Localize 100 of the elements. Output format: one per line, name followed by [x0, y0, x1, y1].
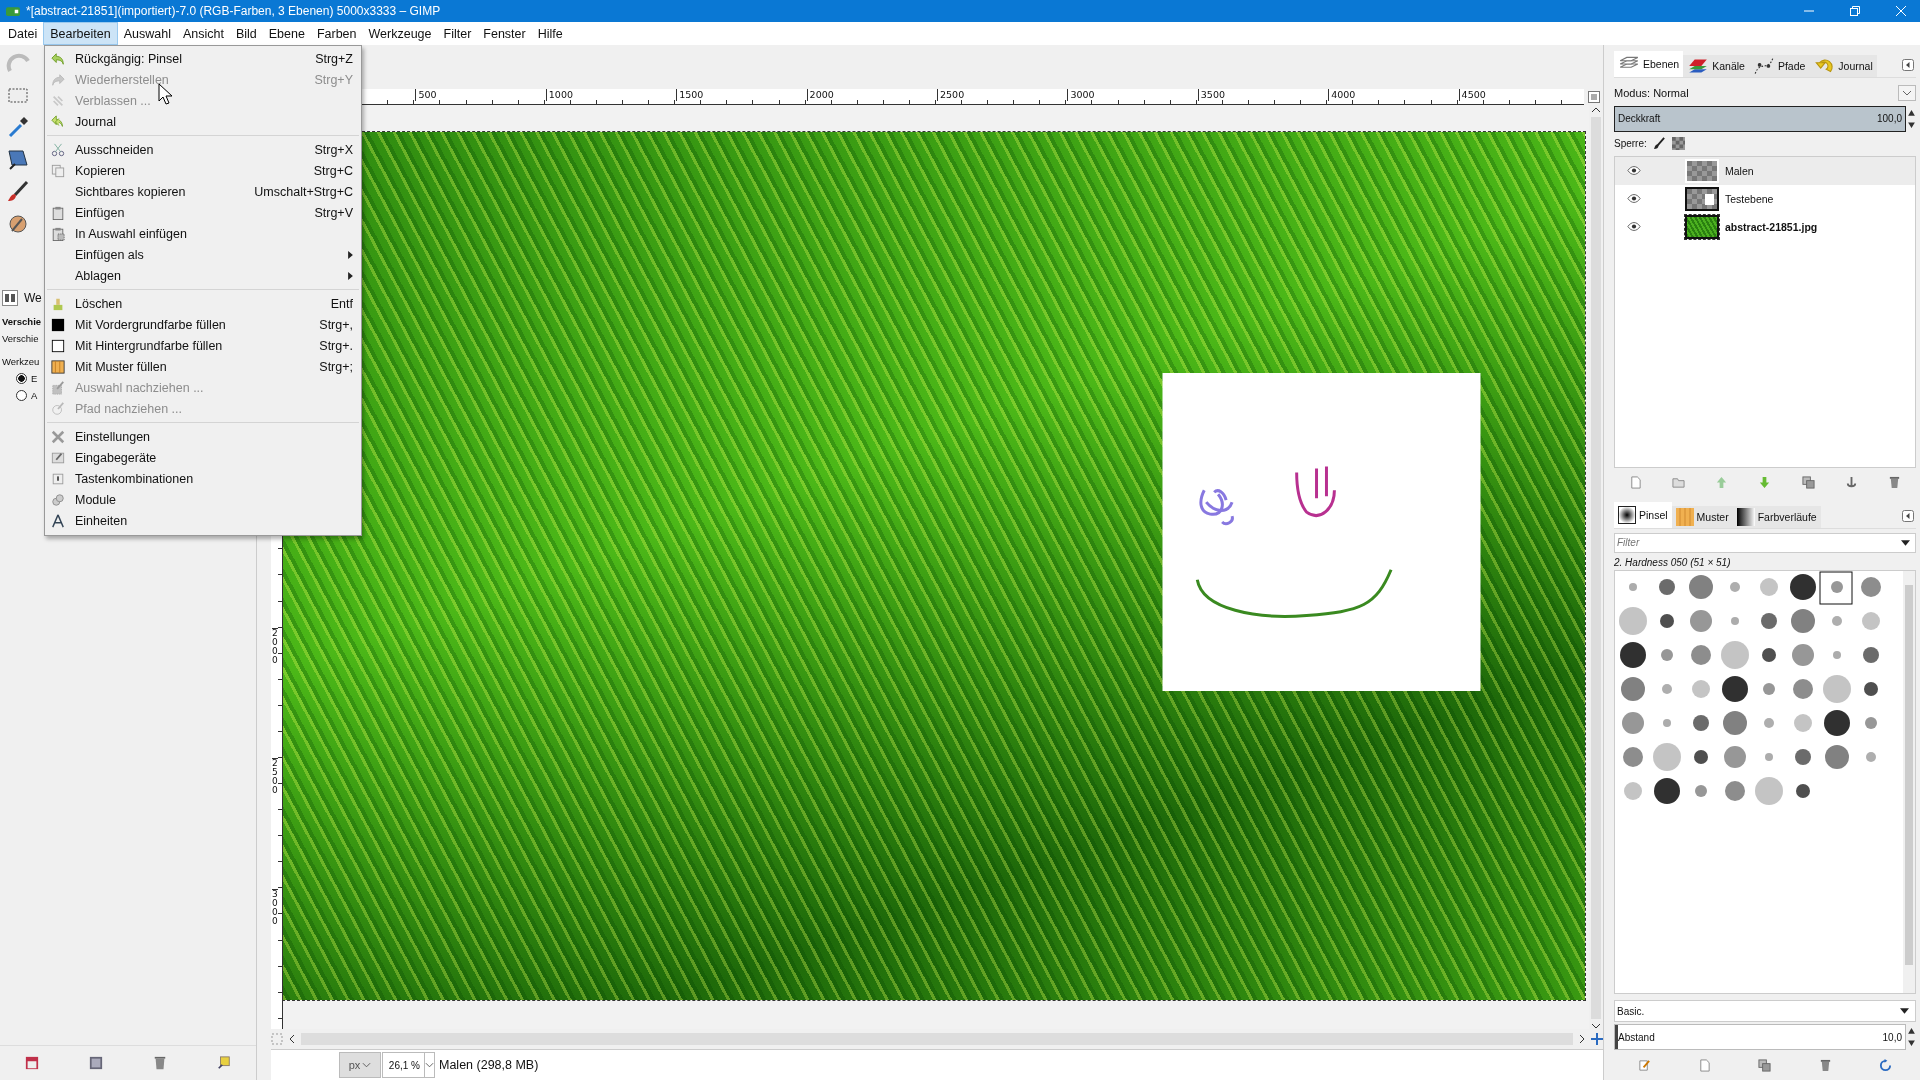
- menu-item[interactable]: Fenster: [477, 22, 532, 45]
- menu-item[interactable]: Datei: [2, 22, 44, 45]
- undo-arrow-icon: [51, 51, 65, 66]
- dock-tab[interactable]: Ebenen: [1614, 50, 1684, 77]
- menu-entry[interactable]: Einfügen als: [45, 244, 361, 265]
- move-icon[interactable]: [1591, 1033, 1603, 1046]
- dock-tab[interactable]: Journal: [1809, 54, 1877, 77]
- tablet-icon: [51, 450, 65, 465]
- layer-row[interactable]: abstract-21851.jpg: [1615, 212, 1915, 241]
- pattern-icon: [1675, 507, 1694, 526]
- duplicate-icon[interactable]: [1758, 1058, 1772, 1072]
- refresh-icon[interactable]: [1879, 1058, 1893, 1072]
- menu-item[interactable]: Farben: [310, 22, 363, 45]
- menu-item[interactable]: Ansicht: [176, 22, 230, 45]
- ruler-label: 3500: [1197, 88, 1225, 101]
- menu-entry[interactable]: Ablagen: [45, 265, 361, 286]
- dock-menu-icon[interactable]: [1902, 58, 1914, 71]
- preset-dropdown[interactable]: Basic.: [1614, 1000, 1916, 1023]
- radio-label[interactable]: E: [31, 373, 38, 384]
- layer-thumbnail: [1685, 158, 1719, 183]
- dock-menu-icon[interactable]: [1902, 509, 1914, 522]
- ruler-label: 3000: [1067, 88, 1095, 101]
- transform-icon[interactable]: [6, 147, 30, 171]
- eye-icon[interactable]: [1627, 194, 1641, 204]
- layer-row[interactable]: Testebene: [1615, 184, 1915, 213]
- tool-options-tab-icon[interactable]: [2, 290, 18, 306]
- trash-icon[interactable]: [153, 1056, 167, 1070]
- menu-item[interactable]: Bearbeiten: [43, 22, 118, 45]
- restore-icon[interactable]: [1850, 6, 1860, 16]
- menu-entry[interactable]: Rückgängig: Pinsel Strg+Z: [45, 48, 361, 69]
- lock-label: Sperre:: [1614, 138, 1647, 150]
- ruler-label: 2000: [806, 88, 834, 101]
- eye-icon[interactable]: [1627, 222, 1641, 232]
- menu-entry[interactable]: Tastenkombinationen: [45, 468, 361, 489]
- scroll-left-icon[interactable]: [289, 1034, 295, 1045]
- paintbrush-icon[interactable]: [6, 179, 30, 203]
- menu-item[interactable]: Filter: [437, 22, 478, 45]
- opacity-slider[interactable]: Deckkraft 100,0: [1614, 105, 1906, 132]
- menu-entry[interactable]: Einheiten: [45, 510, 361, 531]
- ruler-label: 500: [415, 88, 437, 101]
- trash-icon[interactable]: [1818, 1058, 1832, 1072]
- filter-field[interactable]: Filter: [1614, 532, 1916, 553]
- zoom-field[interactable]: 26,1 %: [382, 1052, 425, 1079]
- menu-entry[interactable]: Einfügen Strg+V: [45, 202, 361, 223]
- menu-entry[interactable]: Mit Muster füllen Strg+;: [45, 356, 361, 377]
- menu-entry[interactable]: Module: [45, 489, 361, 510]
- close-icon[interactable]: [1896, 6, 1906, 16]
- dock-tab[interactable]: Farbverläufe: [1732, 505, 1821, 528]
- eyedropper-icon[interactable]: [6, 115, 30, 139]
- mode-dropdown[interactable]: Modus: Normal: [1614, 81, 1916, 104]
- radio-label[interactable]: A: [31, 390, 38, 401]
- scroll-down-icon[interactable]: [1591, 1023, 1601, 1030]
- menu-item[interactable]: Hilfe: [531, 22, 569, 45]
- tool-title: Verschie: [2, 316, 42, 327]
- restore-options-icon[interactable]: [89, 1056, 103, 1070]
- menu-entry[interactable]: Mit Vordergrundfarbe füllen Strg+,: [45, 314, 361, 335]
- eraser-icon: [51, 296, 65, 311]
- menu-entry[interactable]: Einstellungen: [45, 426, 361, 447]
- menu-entry[interactable]: Eingabegeräte: [45, 447, 361, 468]
- duplicate-icon[interactable]: [1801, 476, 1815, 490]
- eye-icon[interactable]: [1627, 166, 1641, 176]
- gradient-icon: [1736, 507, 1755, 526]
- menu-entry[interactable]: Sichtbares kopieren Umschalt+Strg+C: [45, 181, 361, 202]
- lock-pixels-icon[interactable]: [1652, 137, 1666, 151]
- dock-tab[interactable]: Muster: [1671, 505, 1733, 528]
- layer-name[interactable]: Malen: [1725, 164, 1754, 177]
- dock-tab[interactable]: Pfade: [1748, 54, 1810, 77]
- unit-dropdown[interactable]: px: [339, 1052, 381, 1079]
- scroll-up-icon[interactable]: [1591, 106, 1601, 113]
- menu-entry[interactable]: Mit Hintergrundfarbe füllen Strg+.: [45, 335, 361, 356]
- menu-entry[interactable]: In Auswahl einfügen: [45, 223, 361, 244]
- dock-tab[interactable]: Pinsel: [1614, 501, 1672, 528]
- layer-row[interactable]: Malen: [1615, 156, 1915, 185]
- radio-button[interactable]: [16, 390, 27, 401]
- layer-name[interactable]: Testebene: [1725, 192, 1774, 205]
- layer-name[interactable]: abstract-21851.jpg: [1725, 220, 1818, 233]
- dock-tab[interactable]: Kanäle: [1683, 54, 1749, 77]
- stroke-path-icon: [51, 401, 65, 416]
- ruler-label: 4000: [1328, 88, 1356, 101]
- scroll-right-icon[interactable]: [1579, 1034, 1585, 1045]
- menu-item[interactable]: Ebene: [262, 22, 311, 45]
- menu-item[interactable]: Auswahl: [117, 22, 177, 45]
- navigate-icon[interactable]: [1588, 90, 1600, 103]
- menu-entry[interactable]: Kopieren Strg+C: [45, 160, 361, 181]
- menu-item[interactable]: Werkzeuge: [362, 22, 438, 45]
- trash-icon[interactable]: [1887, 476, 1901, 490]
- menu-item[interactable]: Bild: [229, 22, 263, 45]
- anchor-icon[interactable]: [1844, 476, 1858, 490]
- save-icon[interactable]: [25, 1056, 39, 1070]
- spacing-slider[interactable]: Abstand 10,0: [1614, 1024, 1906, 1051]
- menu-entry[interactable]: Löschen Entf: [45, 293, 361, 314]
- scrollbar-thumb[interactable]: [1905, 584, 1913, 965]
- edit-brush-icon[interactable]: [1637, 1058, 1651, 1072]
- radio-button[interactable]: [16, 373, 27, 384]
- dropdown-arrow-icon[interactable]: [1901, 539, 1910, 546]
- reset-icon[interactable]: [217, 1056, 231, 1070]
- lock-alpha-icon[interactable]: [1671, 137, 1685, 151]
- tool-options-tab-label[interactable]: We: [24, 291, 42, 305]
- menu-entry[interactable]: Ausschneiden Strg+X: [45, 139, 361, 160]
- menu-entry[interactable]: Journal: [45, 111, 361, 132]
